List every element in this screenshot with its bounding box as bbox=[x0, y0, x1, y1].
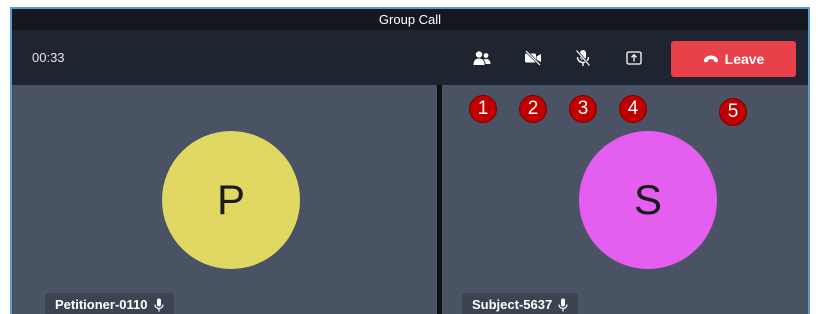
video-toggle-button[interactable] bbox=[523, 48, 543, 68]
window-title: Group Call bbox=[12, 9, 808, 30]
leave-button[interactable]: Leave bbox=[671, 41, 796, 77]
video-off-icon bbox=[525, 50, 541, 66]
mic-toggle-button[interactable] bbox=[573, 48, 593, 68]
leave-label: Leave bbox=[724, 51, 765, 67]
participants-button[interactable] bbox=[472, 48, 492, 68]
avatar: S bbox=[579, 131, 717, 269]
participants-icon bbox=[473, 51, 491, 65]
mic-icon bbox=[153, 298, 164, 311]
annotation-badge-5: 5 bbox=[719, 98, 747, 126]
call-toolbar: 00:33 Leave bbox=[12, 30, 808, 85]
mic-off-icon bbox=[575, 49, 591, 67]
participant-name: Petitioner-0110 bbox=[55, 297, 148, 312]
phone-hangup-icon bbox=[703, 55, 718, 63]
annotation-badge-2: 2 bbox=[519, 95, 547, 123]
participant-name-tag: Subject-5637 bbox=[462, 293, 579, 314]
annotation-badge-3: 3 bbox=[569, 95, 597, 123]
avatar: P bbox=[162, 131, 300, 269]
share-screen-icon bbox=[626, 51, 642, 65]
annotation-badge-4: 4 bbox=[619, 95, 647, 123]
mic-icon bbox=[558, 298, 568, 311]
share-screen-button[interactable] bbox=[624, 48, 644, 68]
annotation-badge-1: 1 bbox=[469, 95, 497, 123]
call-timer: 00:33 bbox=[32, 50, 65, 65]
call-window: Group Call 00:33 Leave P Petitioner-0110… bbox=[10, 7, 810, 314]
participant-name-tag: Petitioner-0110 bbox=[45, 293, 174, 314]
participant-name: Subject-5637 bbox=[472, 297, 553, 312]
participant-tile: P Petitioner-0110 bbox=[12, 85, 437, 314]
